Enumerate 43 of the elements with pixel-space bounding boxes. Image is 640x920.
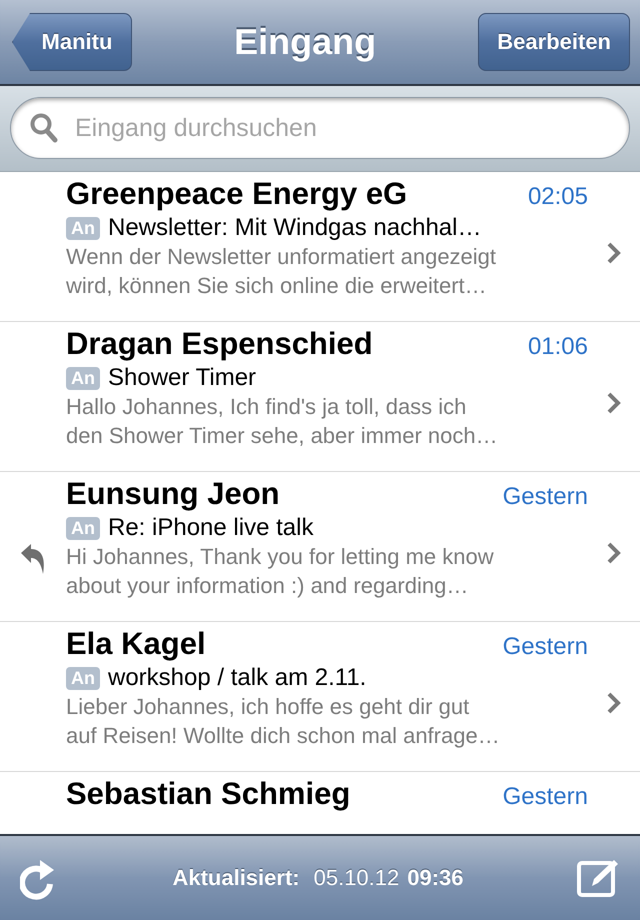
message-subject: Re: iPhone live talk: [108, 514, 314, 542]
update-time: 09:36: [407, 865, 464, 891]
message-preview: Hi Johannes, Thank you for letting me know: [66, 543, 495, 571]
status-label: Aktualisiert:: [172, 865, 300, 891]
message-row[interactable]: Dragan Espenschied 01:06 An Shower Timer Hallo Johannes, Ich find's ja toll, dass ich den Shower Timer sehe, aber immer noch…: [0, 322, 640, 472]
search-icon: [30, 113, 58, 143]
edit-button[interactable]: Bearbeiten: [478, 13, 630, 71]
message-subject: Shower Timer: [108, 364, 256, 392]
message-preview: Hallo Johannes, Ich find's ja toll, dass ich: [66, 393, 468, 421]
chevron-icon: [607, 242, 621, 264]
window-title: Eingang: [234, 21, 376, 63]
sender-name: Dragan Espenschied: [66, 326, 373, 362]
message-preview: auf Reisen! Wollte dich schon mal anfrage…: [66, 722, 501, 750]
sender-name: Eunsung Jeon: [66, 476, 280, 512]
compose-button[interactable]: [576, 858, 620, 898]
message-time: Gestern: [502, 783, 588, 811]
chevron-icon: [607, 542, 621, 564]
recipient-tag: An: [66, 216, 100, 240]
sender-name: Greenpeace Energy eG: [66, 176, 408, 212]
message-preview: wird, können Sie sich online die erweitert…: [66, 272, 488, 300]
message-row[interactable]: Greenpeace Energy eG 02:05 An Newsletter: Mit Windgas nachhal… Wenn der Newsletter unformatiert angezeigt wird, können Sie sich online die erweitert…: [0, 172, 640, 322]
message-time: 01:06: [528, 333, 588, 361]
sender-name: Ela Kagel: [66, 626, 206, 662]
recipient-tag: An: [66, 516, 100, 540]
message-time: Gestern: [502, 633, 588, 661]
recipient-tag: An: [66, 666, 100, 690]
message-subject: workshop / talk am 2.11.: [108, 664, 366, 692]
update-date: 05.10.12: [314, 865, 400, 891]
message-row[interactable]: Ela Kagel Gestern An workshop / talk am 2.11. Lieber Johannes, ich hoffe es geht dir gut auf Reisen! Wollte dich schon mal anfrage…: [0, 622, 640, 772]
message-time: 02:05: [528, 183, 588, 211]
message-preview: den Shower Timer sehe, aber immer noch…: [66, 422, 499, 450]
message-preview: Lieber Johannes, ich hoffe es geht dir gut: [66, 693, 470, 721]
back-button[interactable]: Manitu: [12, 13, 132, 71]
message-subject: Newsletter: Mit Windgas nachhal…: [108, 214, 482, 242]
chevron-icon: [607, 692, 621, 714]
recipient-tag: An: [66, 366, 100, 390]
chevron-icon: [607, 392, 621, 414]
search-field[interactable]: Eingang durchsuchen: [10, 97, 630, 159]
message-time: Gestern: [502, 483, 588, 511]
message-row[interactable]: Eunsung Jeon Gestern An Re: iPhone live talk Hi Johannes, Thank you for letting me know about your information :) and regarding…: [0, 472, 640, 622]
message-preview: about your information :) and regarding…: [66, 572, 470, 600]
sender-name: Sebastian Schmieg: [66, 776, 350, 812]
message-preview: Wenn der Newsletter unformatiert angezeigt: [66, 243, 498, 271]
